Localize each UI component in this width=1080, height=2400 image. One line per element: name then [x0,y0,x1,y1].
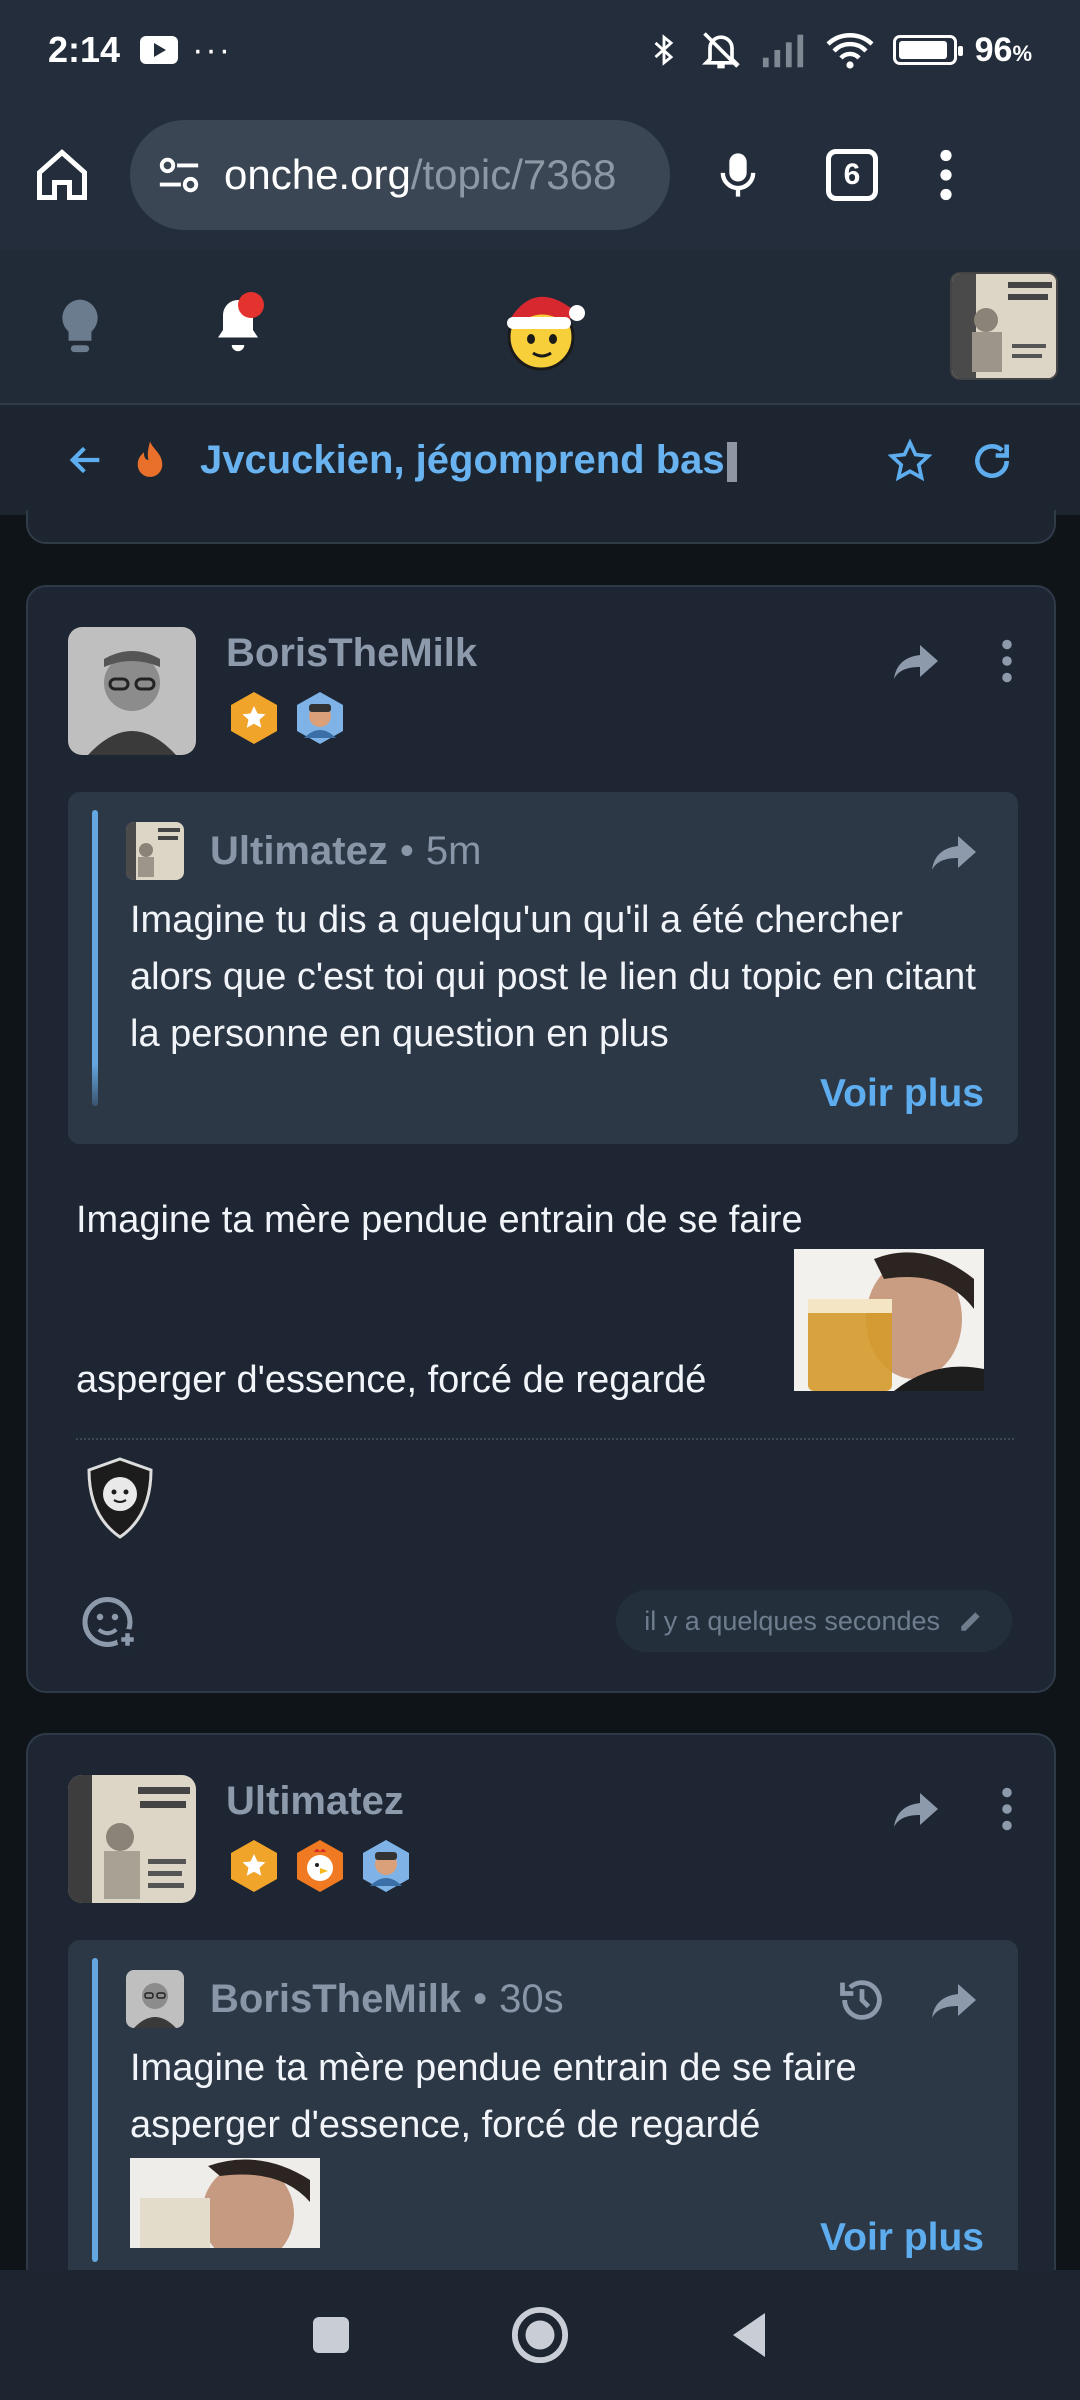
quote-share-icon[interactable] [930,832,978,872]
author-avatar[interactable] [68,627,196,755]
refresh-icon[interactable] [970,439,1014,483]
url-bar[interactable]: onche.org/topic/7368 [130,120,670,230]
post-text-line-1: Imagine ta mère pendue entrain de se fai… [76,1199,803,1241]
browser-toolbar: onche.org/topic/7368 6 [0,100,1080,250]
voice-search-button[interactable] [712,145,764,205]
url-path: /topic/7368 [410,151,617,198]
author-name[interactable]: Ultimatez [226,1779,414,1824]
quoted-author-avatar-image [126,1970,184,2028]
chicken-badge-icon [297,1840,343,1892]
quote-time: 30s [499,1976,564,2021]
quote-separator: • [399,828,414,873]
quoted-sticker-image[interactable] [130,2158,320,2248]
post-menu-icon[interactable] [1000,639,1014,683]
bluetooth-icon [654,34,673,66]
quoted-author-name[interactable]: BorisTheMilk [210,1977,461,2022]
quoted-author-avatar[interactable] [126,1970,184,2028]
vertical-dots-icon [940,149,952,201]
user-avatar-image [952,274,1056,378]
author-avatar[interactable] [68,1775,196,1903]
sticker-drinking-image-art [794,1249,984,1391]
muted-bell-icon [701,32,740,69]
site-settings-icon[interactable] [156,155,202,195]
wifi-icon [826,33,874,69]
user-avatar[interactable] [950,272,1058,380]
home-circle-button[interactable] [511,2306,569,2364]
notifications-button[interactable] [208,292,268,363]
author-avatar-image [68,627,196,755]
gold-star-badge-icon [231,1840,277,1892]
signal-icon [762,34,803,68]
browser-menu-button[interactable] [938,149,954,201]
quoted-message: Ultimatez • 5m Imagine tu dis a quelqu'u… [68,792,1018,1144]
status-bar: 2:14 ··· 96% [0,0,1080,100]
battery-icon [892,35,963,65]
post-timestamp[interactable]: il y a quelques secondes [616,1590,1012,1652]
status-time: 2:14 [48,29,121,70]
notification-dot-icon [238,292,264,318]
quote-bar [92,1958,98,2262]
system-navigation-bar [0,2270,1080,2400]
user-shield-emblem-icon [87,1457,153,1539]
quote-time: 5m [425,828,482,873]
author-name[interactable]: BorisTheMilk [226,631,477,676]
topic-bar: Jvcuckien, jégomprend bas [0,405,1080,515]
tab-count: 6 [826,149,878,201]
quote-text: Imagine tu dis a quelqu'un qu'il a été c… [130,899,976,1055]
quoted-author-avatar[interactable] [126,822,184,880]
site-logo-santa-icon[interactable] [495,283,585,371]
post-divider [76,1438,1014,1440]
add-reaction-icon[interactable] [80,1592,140,1652]
microphone-icon [720,153,756,197]
author-avatar-image [68,1775,196,1903]
quote-separator: • [473,1976,488,2021]
site-header [0,250,1080,405]
recent-apps-button[interactable] [311,2315,351,2355]
lightbulb-icon[interactable] [52,295,108,359]
quote-bar [92,810,98,1106]
voir-plus-button[interactable]: Voir plus [820,1072,984,1116]
voir-plus-button[interactable]: Voir plus [820,2216,984,2260]
timestamp-text: il y a quelques secondes [644,1605,940,1636]
gold-star-badge-icon [231,692,277,744]
share-icon[interactable] [892,641,940,681]
back-triangle-button[interactable] [729,2311,769,2359]
home-button[interactable] [32,145,92,205]
more-notifications-indicator: ··· [192,30,233,69]
quote-share-icon[interactable] [930,1980,978,2020]
quoted-message: BorisTheMilk • 30s Imagine ta mère pendu… [68,1940,1018,2293]
avatar-badge-icon [363,1840,409,1892]
post-menu-icon[interactable] [1000,1787,1014,1831]
topic-title: Jvcuckien, jégomprend bas [200,438,737,483]
edit-pencil-icon [961,1612,980,1631]
previous-post-edge [26,510,1056,544]
post-card: Ultimatez BorisTheMilk • 30s Imagine ta … [26,1733,1056,2293]
back-arrow-icon[interactable] [66,440,106,480]
quoted-sticker-image-art [130,2158,320,2248]
tab-switcher-button[interactable]: 6 [826,149,878,201]
hot-flame-icon [137,441,163,477]
post-card: BorisTheMilk Ultimatez • 5m Imagine tu d… [26,585,1056,1693]
quoted-author-name[interactable]: Ultimatez [210,829,388,874]
youtube-notification-icon [140,36,179,64]
battery-percent: 96% [974,30,1032,69]
quoted-author-avatar-image [126,822,184,880]
post-text-line-2: asperger d'essence, forcé de regardé [76,1359,707,1401]
edit-history-icon[interactable] [836,1974,888,2026]
home-icon [37,149,87,200]
quote-text: Imagine ta mère pendue entrain de se fai… [130,2047,857,2146]
url-host: onche.org [224,151,411,198]
sticker-drinking-image[interactable] [794,1249,984,1391]
avatar-badge-icon [297,692,343,744]
share-icon[interactable] [892,1789,940,1829]
favorite-star-icon[interactable] [888,439,932,483]
